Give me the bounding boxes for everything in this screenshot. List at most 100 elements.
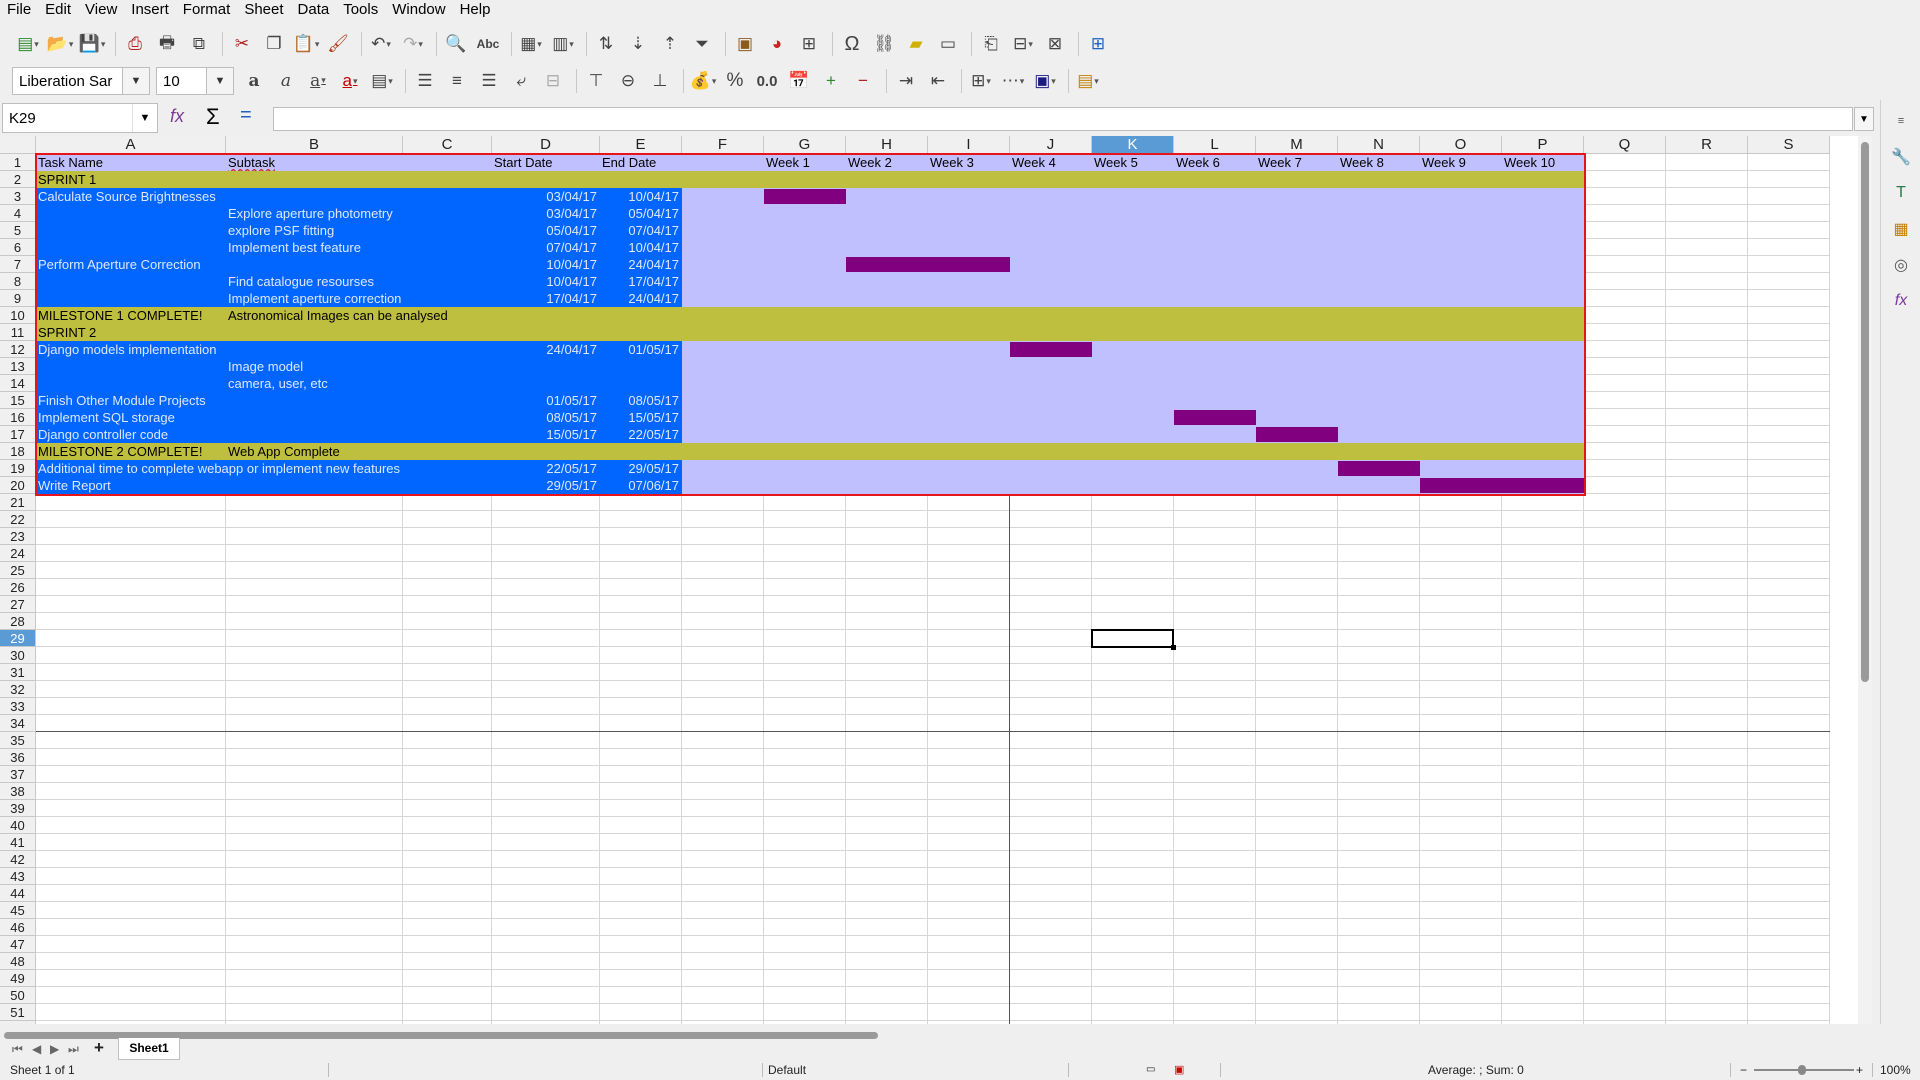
menu-item-insert[interactable]: Insert bbox=[124, 0, 176, 20]
new-document-icon[interactable]: ▤ bbox=[14, 30, 42, 58]
column-header-h[interactable]: H bbox=[846, 136, 928, 154]
autofilter-icon[interactable]: ⏷ bbox=[688, 30, 716, 58]
date-format-icon[interactable]: 📅 bbox=[785, 67, 813, 95]
header-week[interactable]: Week 1 bbox=[766, 154, 810, 171]
task-name-cell[interactable]: MILESTONE 2 COMPLETE! bbox=[38, 443, 202, 460]
row-header[interactable]: 38 bbox=[0, 783, 36, 800]
column-header-o[interactable]: O bbox=[1420, 136, 1502, 154]
row-header[interactable]: 10 bbox=[0, 307, 36, 324]
special-character-icon[interactable]: Ω bbox=[838, 30, 866, 58]
column-icon[interactable]: ▥ bbox=[549, 30, 577, 58]
row-header[interactable]: 24 bbox=[0, 545, 36, 562]
spreadsheet-grid[interactable]: A B C D E F G H I J K L M N O P Q R S 1 2 3 4 5 6 7 8 9 10 11 12 13 14 15… bbox=[0, 136, 1858, 1024]
menu-item-window[interactable]: Window bbox=[385, 0, 452, 20]
row-header[interactable]: 25 bbox=[0, 562, 36, 579]
column-header-b[interactable]: B bbox=[226, 136, 403, 154]
chevron-down-icon[interactable]: ▼ bbox=[122, 68, 149, 94]
currency-format-icon[interactable]: 💰 bbox=[689, 67, 717, 95]
show-draw-functions-icon[interactable]: ⊞ bbox=[1084, 30, 1112, 58]
borders-icon[interactable]: ⊞ bbox=[967, 67, 995, 95]
add-sheet-icon[interactable]: + bbox=[94, 1038, 104, 1058]
column-header-s[interactable]: S bbox=[1748, 136, 1830, 154]
end-date-cell[interactable]: 07/04/17 bbox=[600, 222, 679, 239]
end-date-cell[interactable]: 07/06/17 bbox=[600, 477, 679, 494]
row-header[interactable]: 45 bbox=[0, 902, 36, 919]
column-header-a[interactable]: A bbox=[36, 136, 226, 154]
copy-icon[interactable]: ❐ bbox=[260, 30, 288, 58]
border-color-icon[interactable]: ▣ bbox=[1031, 67, 1059, 95]
start-date-cell[interactable]: 05/04/17 bbox=[492, 222, 597, 239]
freeze-rows-columns-icon[interactable]: ⊟ bbox=[1009, 30, 1037, 58]
task-name-cell[interactable]: Finish Other Module Projects bbox=[38, 392, 206, 409]
sidebar-menu-icon[interactable]: ≡ bbox=[1888, 108, 1914, 134]
column-header-d[interactable]: D bbox=[492, 136, 600, 154]
row-header[interactable]: 26 bbox=[0, 579, 36, 596]
task-name-cell[interactable]: Calculate Source Brightnesses bbox=[38, 188, 216, 205]
menu-item-edit[interactable]: Edit bbox=[38, 0, 78, 20]
subtask-cell[interactable]: Implement aperture correction bbox=[228, 290, 401, 307]
align-left-icon[interactable]: ☰ bbox=[411, 67, 439, 95]
row-header[interactable]: 37 bbox=[0, 766, 36, 783]
zoom-out-icon[interactable]: − bbox=[1740, 1060, 1747, 1080]
row-header[interactable]: 7 bbox=[0, 256, 36, 273]
export-pdf-icon[interactable]: ⎙ bbox=[121, 30, 149, 58]
increase-indent-icon[interactable]: ⇥ bbox=[892, 67, 920, 95]
wrap-text-icon[interactable]: ⤶ bbox=[507, 67, 535, 95]
menu-item-help[interactable]: Help bbox=[453, 0, 498, 20]
menu-item-tools[interactable]: Tools bbox=[336, 0, 385, 20]
end-date-cell[interactable]: 24/04/17 bbox=[600, 256, 679, 273]
column-header-p[interactable]: P bbox=[1502, 136, 1584, 154]
vertical-scrollbar[interactable] bbox=[1858, 136, 1872, 1024]
header-week[interactable]: Week 7 bbox=[1258, 154, 1302, 171]
row-header[interactable]: 43 bbox=[0, 868, 36, 885]
subtask-cell[interactable]: Web App Complete bbox=[228, 443, 340, 460]
end-date-cell[interactable]: 17/04/17 bbox=[600, 273, 679, 290]
row-header[interactable]: 3 bbox=[0, 188, 36, 205]
menu-item-data[interactable]: Data bbox=[291, 0, 337, 20]
align-bottom-icon[interactable]: ⊥ bbox=[646, 67, 674, 95]
start-date-cell[interactable]: 17/04/17 bbox=[492, 290, 597, 307]
row-header[interactable]: 23 bbox=[0, 528, 36, 545]
row-header[interactable]: 27 bbox=[0, 596, 36, 613]
zoom-level[interactable]: 100% bbox=[1880, 1060, 1911, 1080]
start-date-cell[interactable]: 24/04/17 bbox=[492, 341, 597, 358]
row-header[interactable]: 47 bbox=[0, 936, 36, 953]
undo-icon[interactable]: ↶ bbox=[367, 30, 395, 58]
chevron-down-icon[interactable]: ▼ bbox=[206, 68, 233, 94]
header-week[interactable]: Week 3 bbox=[930, 154, 974, 171]
row-header[interactable]: 30 bbox=[0, 647, 36, 664]
formula-icon[interactable]: = bbox=[240, 104, 252, 127]
subtask-cell[interactable]: Image model bbox=[228, 358, 303, 375]
row-header[interactable]: 33 bbox=[0, 698, 36, 715]
row-header[interactable]: 8 bbox=[0, 273, 36, 290]
row-header[interactable]: 20 bbox=[0, 477, 36, 494]
column-header-e[interactable]: E bbox=[600, 136, 682, 154]
align-center-icon[interactable]: ≡ bbox=[443, 67, 471, 95]
row-header[interactable]: 42 bbox=[0, 851, 36, 868]
end-date-cell[interactable]: 05/04/17 bbox=[600, 205, 679, 222]
merge-cells-icon[interactable]: ⊟ bbox=[539, 67, 567, 95]
expand-formula-icon[interactable]: ▼ bbox=[1854, 107, 1874, 131]
column-header-m[interactable]: M bbox=[1256, 136, 1338, 154]
function-wizard-icon[interactable]: fx bbox=[170, 106, 184, 127]
subtask-cell[interactable]: Find catalogue resourses bbox=[228, 273, 374, 290]
header-end-date[interactable]: End Date bbox=[602, 154, 656, 171]
start-date-cell[interactable]: 08/05/17 bbox=[492, 409, 597, 426]
end-date-cell[interactable]: 29/05/17 bbox=[600, 460, 679, 477]
header-week[interactable]: Week 10 bbox=[1504, 154, 1555, 171]
row-header[interactable]: 46 bbox=[0, 919, 36, 936]
page-style[interactable]: Default bbox=[768, 1060, 806, 1080]
insert-image-icon[interactable]: ▣ bbox=[731, 30, 759, 58]
bold-icon[interactable]: a bbox=[240, 67, 268, 95]
row-header[interactable]: 15 bbox=[0, 392, 36, 409]
menu-item-sheet[interactable]: Sheet bbox=[237, 0, 290, 20]
column-header-i[interactable]: I bbox=[928, 136, 1010, 154]
task-name-cell[interactable]: Perform Aperture Correction bbox=[38, 256, 201, 273]
column-header-j[interactable]: J bbox=[1010, 136, 1092, 154]
row-header[interactable]: 41 bbox=[0, 834, 36, 851]
task-name-cell[interactable]: Django controller code bbox=[38, 426, 168, 443]
header-subtask[interactable]: Subtask bbox=[228, 154, 275, 171]
row-header[interactable]: 16 bbox=[0, 409, 36, 426]
align-right-icon[interactable]: ☰ bbox=[475, 67, 503, 95]
end-date-cell[interactable]: 10/04/17 bbox=[600, 188, 679, 205]
